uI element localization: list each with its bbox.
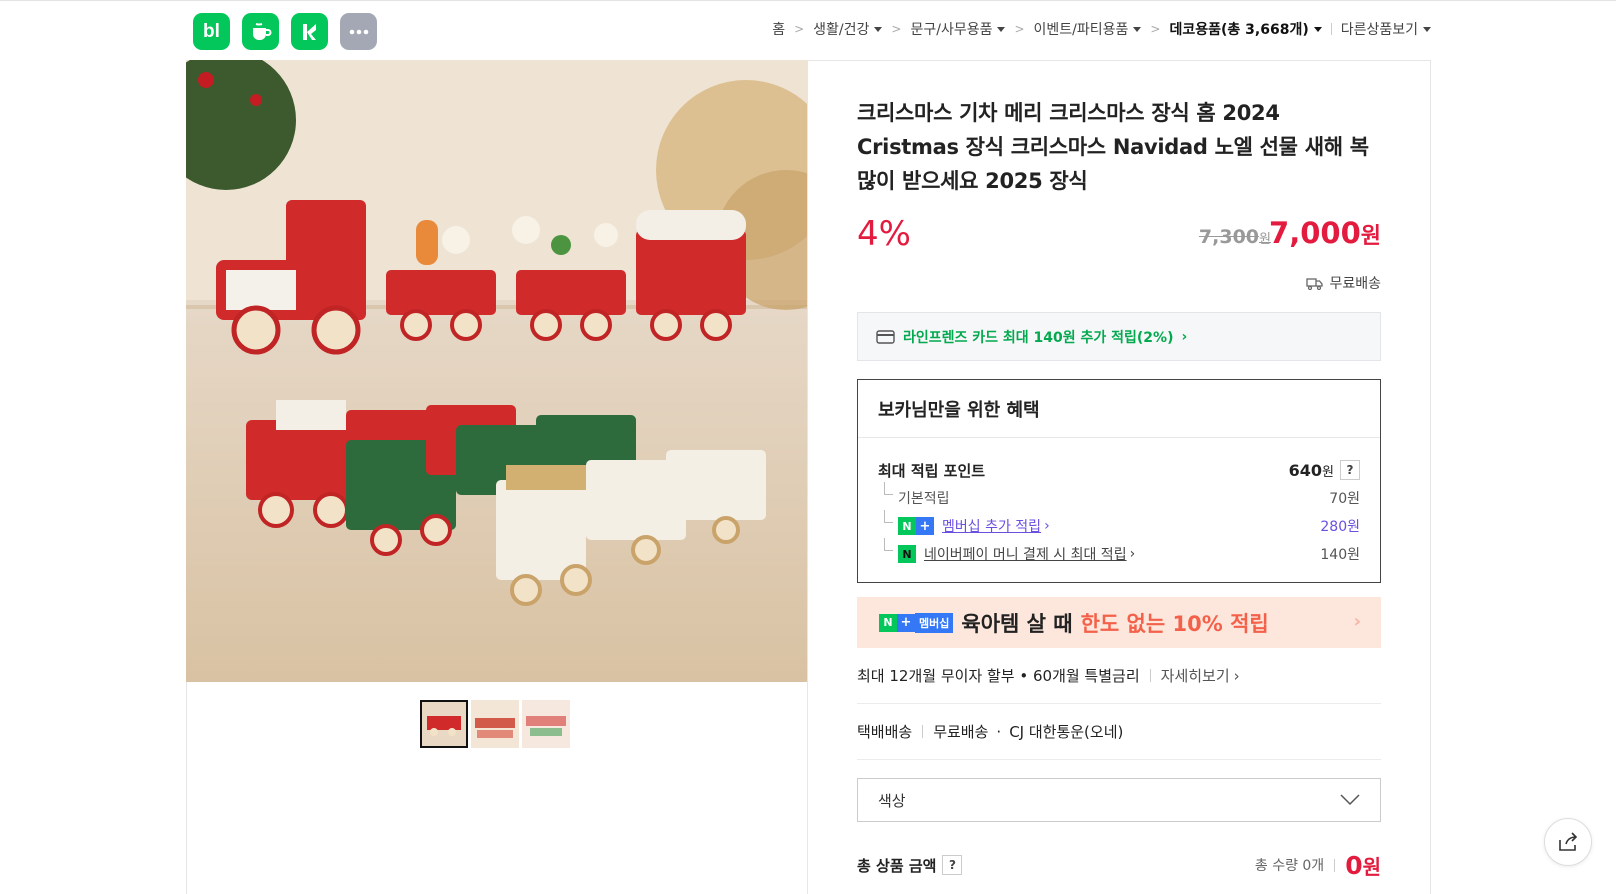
membership-points-row: N + 멤버십 추가 적립 › 280원 [878, 510, 1360, 540]
divider [807, 60, 808, 894]
thumbnail-3[interactable] [522, 700, 570, 748]
basic-points-row: 기본적립 70원 [878, 482, 1360, 512]
chevron-right-icon: › [1233, 666, 1240, 685]
naver-plus-badge-icon: N + 멤버십 [879, 612, 954, 633]
card-offer-banner[interactable]: 라인프렌즈 카드 최대 140원 추가 적립(2%) › [857, 312, 1381, 361]
membership-promo-banner[interactable]: N + 멤버십 육아템 살 때 한도 없는 10% 적립 › [857, 597, 1381, 648]
original-price: 7,300원 [1198, 226, 1271, 248]
divider [1149, 669, 1151, 682]
chevron-right-icon: › [1129, 546, 1136, 562]
top-bar: bl 홈 > 생활/건강 > 문구/사무용품 > 이벤트/파티용품 > 데코용품… [0, 0, 1616, 60]
breadcrumb-home[interactable]: 홈 [772, 19, 785, 39]
help-icon[interactable]: ? [1340, 460, 1360, 480]
share-icon [1559, 832, 1578, 851]
delivery-type: 택배배송 [857, 723, 913, 741]
shipping-info: 무료배송 [857, 272, 1381, 294]
color-option-select[interactable]: 색상 [857, 778, 1381, 822]
breadcrumb-level2[interactable]: 문구/사무용품 [910, 19, 1006, 39]
truck-icon [1306, 277, 1324, 290]
naverpay-points-row: N 네이버페이 머니 결제 시 최대 적립 › 140원 [878, 538, 1360, 568]
shipping-label: 무료배송 [1329, 276, 1381, 292]
chevron-right-icon: > [891, 22, 902, 36]
share-button[interactable] [1544, 818, 1592, 866]
total-row: 총 상품 금액 ? 총 수량 0개 0원 [857, 850, 1381, 880]
card-offer-text: 라인프렌즈 카드 최대 140원 추가 적립(2%) [903, 329, 1174, 346]
app-icons: bl [193, 13, 377, 50]
delivery-row: 택배배송 무료배송 · CJ 대한통운(오네) [857, 704, 1381, 760]
benefit-title: 보카님만을 위한 혜택 [858, 380, 1380, 438]
product-title: 크리스마스 기차 메리 크리스마스 장식 홈 2024 Cristmas 장식 … [857, 101, 1369, 193]
blog-icon[interactable]: bl [193, 13, 230, 50]
divider [1330, 23, 1332, 35]
discount-rate: 4% [857, 214, 911, 254]
chevron-right-icon: > [794, 22, 805, 36]
product-main-image[interactable] [186, 60, 807, 682]
caret-down-icon [1313, 26, 1322, 32]
naverpay-points-link[interactable]: 네이버페이 머니 결제 시 최대 적립 [924, 544, 1127, 564]
membership-points-value: 280원 [1320, 519, 1360, 535]
chevron-down-icon [1340, 794, 1360, 806]
total-quantity: 총 수량 0개 [1254, 858, 1325, 874]
naver-icon[interactable] [291, 13, 328, 50]
installment-details-link[interactable]: 자세히보기 [1161, 665, 1230, 686]
benefit-box: 보카님만을 위한 혜택 최대 적립 포인트 640 원 ? 기본적립 70원 N +… [857, 379, 1381, 583]
color-option-placeholder: 색상 [878, 791, 906, 810]
delivery-carrier: CJ 대한통운(오네) [1009, 723, 1124, 741]
installment-row: 최대 12개월 무이자 할부 • 60개월 특별금리 자세히보기 › [857, 648, 1381, 704]
chevron-right-icon: > [1150, 22, 1161, 36]
thumbnail-strip [420, 700, 570, 748]
installment-text: 최대 12개월 무이자 할부 • 60개월 특별금리 [857, 667, 1140, 685]
divider [1334, 858, 1336, 872]
basic-points-label: 기본적립 [878, 482, 950, 508]
thumbnail-2[interactable] [471, 700, 519, 748]
benefit-body: 최대 적립 포인트 640 원 ? 기본적립 70원 N + 멤버십 추가 적립 ›… [858, 438, 1380, 582]
chevron-right-icon: › [1181, 328, 1188, 345]
price-row: 4% 7,300원 7,000원 [857, 212, 1381, 272]
naverpay-points-value: 140원 [1320, 547, 1360, 563]
product-info: 크리스마스 기차 메리 크리스마스 장식 홈 2024 Cristmas 장식 … [857, 96, 1381, 880]
max-points-value: 640 [1288, 460, 1323, 480]
caret-down-icon [874, 26, 883, 32]
caret-down-icon [1423, 26, 1431, 32]
caret-down-icon [997, 26, 1006, 32]
more-apps-icon[interactable] [340, 13, 377, 50]
help-icon[interactable]: ? [942, 855, 963, 875]
promo-text: 육아템 살 때 [961, 611, 1073, 636]
basic-points-value: 70원 [1329, 491, 1360, 507]
naver-plus-badge-icon: N + [898, 517, 934, 535]
breadcrumb-level4[interactable]: 데코용품(총 3,668개) [1169, 19, 1322, 39]
naverpay-icon: N [898, 545, 916, 563]
promo-highlight: 한도 없는 10% 적립 [1080, 611, 1269, 636]
chevron-right-icon: › [1353, 611, 1361, 632]
caret-down-icon [1133, 26, 1142, 32]
chevron-right-icon: › [1044, 518, 1050, 534]
sale-price: 7,000원 [1269, 216, 1381, 250]
breadcrumb: 홈 > 생활/건강 > 문구/사무용품 > 이벤트/파티용품 > 데코용품(총 … [772, 19, 1431, 39]
cafe-icon[interactable] [242, 13, 279, 50]
breadcrumb-level1[interactable]: 생활/건강 [813, 19, 883, 39]
divider [922, 725, 924, 738]
other-products-dropdown[interactable]: 다른상품보기 [1341, 19, 1431, 39]
total-label: 총 상품 금액 [857, 856, 937, 875]
membership-points-link[interactable]: 멤버십 추가 적립 [942, 516, 1041, 536]
delivery-fee: 무료배송 [933, 723, 989, 741]
thumbnail-1[interactable] [420, 700, 468, 748]
chevron-right-icon: > [1014, 22, 1025, 36]
max-points-row: 최대 적립 포인트 640 원 ? [878, 456, 1360, 484]
total-amount: 0원 [1345, 850, 1381, 880]
credit-card-icon [876, 329, 895, 344]
breadcrumb-level3[interactable]: 이벤트/파티용품 [1034, 19, 1142, 39]
max-points-label: 최대 적립 포인트 [878, 461, 986, 480]
